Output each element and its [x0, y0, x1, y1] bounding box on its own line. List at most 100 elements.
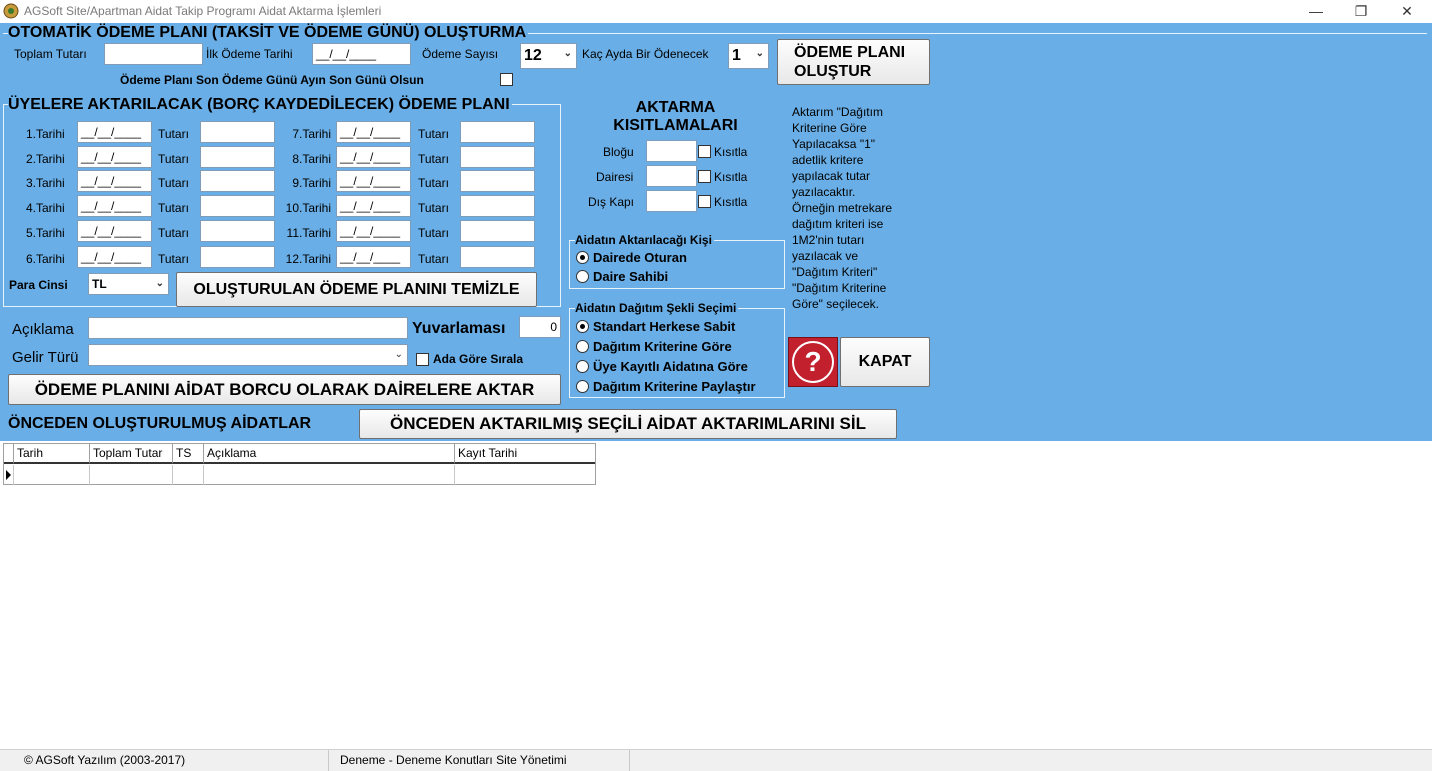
- person-radio[interactable]: [576, 251, 589, 264]
- window-title: AGSoft Site/Apartman Aidat Takip Program…: [24, 4, 382, 18]
- plan-tutari-label: Tutarı: [418, 201, 449, 215]
- plan-tutar-input[interactable]: [200, 220, 275, 242]
- column-header-tarih[interactable]: Tarih: [14, 444, 90, 464]
- help-icon: ?: [792, 341, 834, 383]
- restrictions-header-line1: AKTARMA: [635, 99, 716, 116]
- plan-date-input[interactable]: __/__/____: [336, 170, 411, 192]
- plan-date-input[interactable]: __/__/____: [77, 220, 152, 242]
- plan-tutar-input[interactable]: [460, 121, 535, 143]
- odeme-plani-olustur-button[interactable]: ÖDEME PLANI OLUŞTUR: [777, 39, 930, 85]
- plan-date-input[interactable]: __/__/____: [336, 146, 411, 168]
- plan-date-input[interactable]: __/__/____: [77, 246, 152, 268]
- plan-date-input[interactable]: __/__/____: [336, 195, 411, 217]
- plan-tutar-input[interactable]: [200, 146, 275, 168]
- history-grid[interactable]: Tarih Toplam Tutar TS Açıklama Kayıt Tar…: [3, 443, 596, 485]
- dairesi-kisitla-label: Kısıtla: [714, 170, 748, 184]
- table-cell[interactable]: [455, 465, 595, 485]
- table-cell[interactable]: [14, 465, 90, 485]
- plan-tutar-input[interactable]: [200, 246, 275, 268]
- plan-date-input[interactable]: __/__/____: [336, 220, 411, 242]
- note-line: yazılacak ve: [792, 249, 859, 263]
- plan-tutari-label: Tutarı: [158, 127, 189, 141]
- blogu-kisitla-checkbox[interactable]: [698, 145, 711, 158]
- plan-date-input[interactable]: __/__/____: [336, 246, 411, 268]
- row-pointer-icon: [6, 470, 11, 480]
- plan-date-label: 8.Tarihi: [292, 152, 331, 166]
- ilk-odeme-tarihi-input[interactable]: __/__/____: [312, 43, 411, 65]
- aidat-aktar-button[interactable]: ÖDEME PLANINI AİDAT BORCU OLARAK DAİRELE…: [8, 374, 561, 405]
- note-line: Yapılacaksa "1": [792, 137, 876, 151]
- dairesi-label: Dairesi: [596, 170, 634, 184]
- yuvarlamasi-input[interactable]: 0: [519, 316, 561, 338]
- column-header-ts[interactable]: TS: [173, 444, 204, 464]
- plan-tutar-input[interactable]: [200, 195, 275, 217]
- plan-tutar-input[interactable]: [200, 170, 275, 192]
- distribution-option-label: Üye Kayıtlı Aidatına Göre: [593, 359, 748, 374]
- kapat-button[interactable]: KAPAT: [840, 337, 930, 387]
- plan-tutari-label: Tutarı: [418, 127, 449, 141]
- plan-tutar-input[interactable]: [460, 246, 535, 268]
- help-button[interactable]: ?: [788, 337, 838, 387]
- yuvarlamasi-label: Yuvarlaması: [412, 320, 506, 337]
- dis-kapi-kisitla-checkbox[interactable]: [698, 195, 711, 208]
- plan-header: ÜYELERE AKTARILACAK (BORÇ KAYDEDİLECEK) …: [8, 96, 512, 114]
- plan-tutar-input[interactable]: [460, 170, 535, 192]
- column-header-aciklama[interactable]: Açıklama: [204, 444, 455, 464]
- aciklama-input[interactable]: [88, 317, 408, 339]
- column-header-kayit-tarihi[interactable]: Kayıt Tarihi: [455, 444, 595, 464]
- table-cell[interactable]: [90, 465, 173, 485]
- plan-date-input[interactable]: __/__/____: [77, 195, 152, 217]
- plan-tutar-input[interactable]: [460, 220, 535, 242]
- plan-date-label: 3.Tarihi: [26, 176, 65, 190]
- plan-tutar-input[interactable]: [460, 146, 535, 168]
- plan-date-input[interactable]: __/__/____: [77, 146, 152, 168]
- blogu-label: Bloğu: [603, 145, 634, 159]
- distribution-radio[interactable]: [576, 380, 589, 393]
- plan-date-label: 9.Tarihi: [292, 176, 331, 190]
- dis-kapi-input[interactable]: [646, 190, 697, 212]
- plan-tutari-label: Tutarı: [158, 252, 189, 266]
- plani-temizle-button[interactable]: OLUŞTURULAN ÖDEME PLANINI TEMİZLE: [176, 272, 537, 307]
- son-gun-checkbox[interactable]: [500, 73, 513, 86]
- plan-tutar-input[interactable]: [200, 121, 275, 143]
- odeme-sayisi-select[interactable]: 12 ⌄: [520, 43, 577, 69]
- dairesi-input[interactable]: [646, 165, 697, 187]
- distribution-radio[interactable]: [576, 340, 589, 353]
- note-line: yapılacak tutar: [792, 169, 871, 183]
- status-site: Deneme - Deneme Konutları Site Yönetimi: [340, 753, 567, 767]
- plan-date-input[interactable]: __/__/____: [336, 121, 411, 143]
- row-indicator: [4, 465, 14, 485]
- column-header-toplam-tutar[interactable]: Toplam Tutar: [90, 444, 173, 464]
- table-cell[interactable]: [204, 465, 455, 485]
- toplam-tutari-input[interactable]: [104, 43, 203, 65]
- plan-date-input[interactable]: __/__/____: [77, 121, 152, 143]
- aktarimlari-sil-button[interactable]: ÖNCEDEN AKTARILMIŞ SEÇİLİ AİDAT AKTARIML…: [359, 409, 897, 439]
- close-button[interactable]: ✕: [1384, 0, 1430, 22]
- plan-tutar-input[interactable]: [460, 195, 535, 217]
- gelir-turu-select[interactable]: ⌄: [88, 344, 408, 366]
- blogu-input[interactable]: [646, 140, 697, 162]
- plan-date-label: 5.Tarihi: [26, 226, 65, 240]
- distribution-radio[interactable]: [576, 320, 589, 333]
- odeme-sayisi-value: 12: [524, 47, 542, 64]
- olustur-line2: OLUŞTUR: [794, 63, 872, 80]
- person-title: Aidatın Aktarılacağı Kişi: [575, 233, 714, 247]
- restrictions-header-line2: KISITLAMALARI: [613, 117, 738, 134]
- distribution-radio[interactable]: [576, 360, 589, 373]
- ada-gore-checkbox[interactable]: [416, 353, 429, 366]
- note-line: Aktarım "Dağıtım: [792, 105, 883, 119]
- para-cinsi-select[interactable]: TL ⌄: [88, 273, 169, 295]
- restore-button[interactable]: ❐: [1338, 0, 1384, 22]
- minimize-button[interactable]: —: [1293, 0, 1339, 22]
- status-copyright: © AGSoft Yazılım (2003-2017): [24, 753, 186, 767]
- dairesi-kisitla-checkbox[interactable]: [698, 170, 711, 183]
- person-radio[interactable]: [576, 270, 589, 283]
- person-option-label: Daire Sahibi: [593, 269, 669, 284]
- distribution-option-label: Dağıtım Kriterine Paylaştır: [593, 379, 756, 394]
- toplam-tutari-label: Toplam Tutarı: [14, 47, 87, 61]
- chevron-down-icon: ⌄: [563, 48, 572, 59]
- table-cell[interactable]: [173, 465, 204, 485]
- plan-tutari-label: Tutarı: [158, 176, 189, 190]
- kac-ayda-select[interactable]: 1 ⌄: [728, 43, 769, 69]
- plan-date-input[interactable]: __/__/____: [77, 170, 152, 192]
